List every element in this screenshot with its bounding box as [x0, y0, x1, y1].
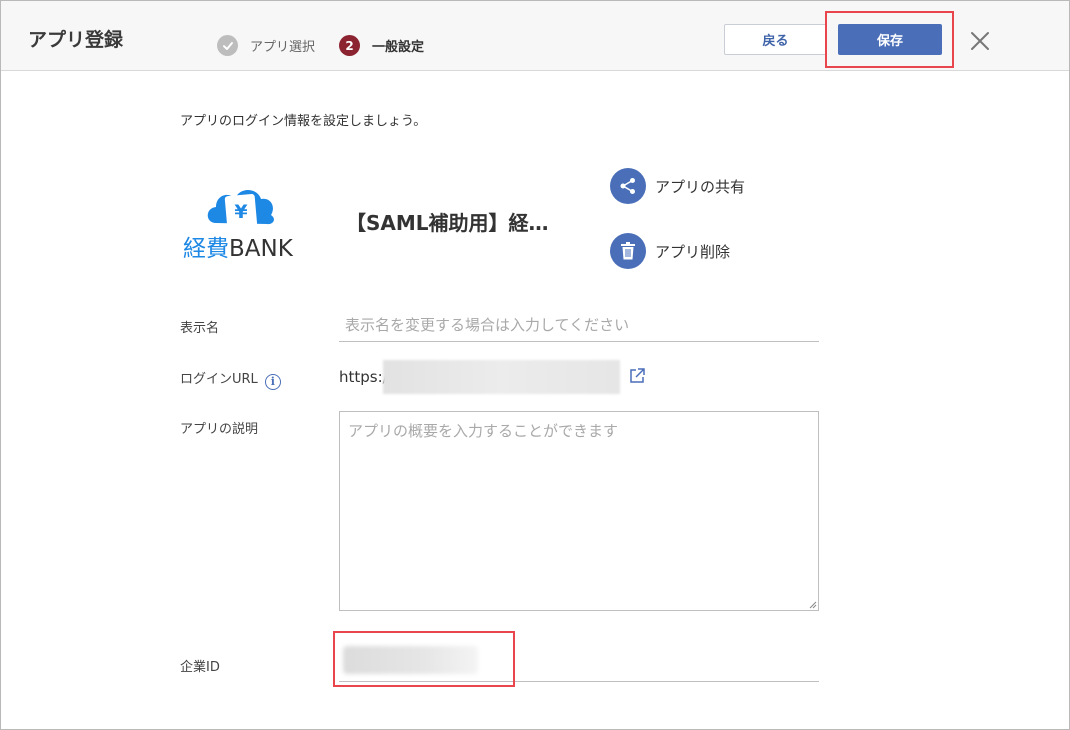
logo-wordmark: 経費 [183, 236, 229, 262]
redacted-url [383, 360, 620, 394]
logo-wordmark-bank: BANK [229, 236, 293, 262]
display-name-input[interactable]: 表示名を変更する場合は入力してください [339, 314, 819, 342]
step-label: アプリ選択 [250, 40, 316, 55]
back-button[interactable]: 戻る [724, 24, 827, 55]
description-label: アプリの説明 [180, 422, 259, 437]
page-title: アプリ登録 [28, 29, 124, 51]
svg-text:¥: ¥ [234, 201, 247, 223]
display-name-placeholder: 表示名を変更する場合は入力してください [345, 316, 630, 334]
app-name: 【SAML補助用】経… [346, 211, 549, 235]
app-logo: ¥ 経費BANK [183, 175, 298, 262]
login-url-value: https:/ [339, 368, 388, 386]
info-icon[interactable]: i [264, 373, 281, 390]
login-url-label-group: ログインURL i [180, 368, 281, 390]
step-app-select: アプリ選択 [217, 35, 315, 56]
share-app-action[interactable]: アプリの共有 [610, 168, 745, 204]
trash-icon [610, 233, 646, 269]
step-label: 一般設定 [372, 40, 425, 55]
company-id-highlight-box [333, 631, 515, 687]
step-number: 2 [339, 35, 360, 56]
description-textarea[interactable]: アプリの概要を入力することができます [339, 411, 819, 611]
delete-label: アプリ削除 [655, 242, 731, 261]
delete-app-action[interactable]: アプリ削除 [610, 233, 730, 269]
company-id-label: 企業ID [180, 660, 220, 675]
description-placeholder: アプリの概要を入力することができます [348, 422, 619, 440]
step-general-settings: 2 一般設定 [339, 35, 424, 56]
resize-handle-icon[interactable] [808, 600, 817, 609]
intro-text: アプリのログイン情報を設定しましょう。 [180, 114, 427, 129]
share-icon [610, 168, 646, 204]
display-name-label: 表示名 [180, 321, 220, 336]
close-icon[interactable] [967, 28, 993, 54]
save-highlight-box [825, 11, 954, 68]
external-link-icon[interactable] [628, 367, 646, 385]
login-url-label: ログインURL [180, 372, 258, 387]
share-label: アプリの共有 [655, 177, 746, 196]
check-icon [217, 35, 238, 56]
